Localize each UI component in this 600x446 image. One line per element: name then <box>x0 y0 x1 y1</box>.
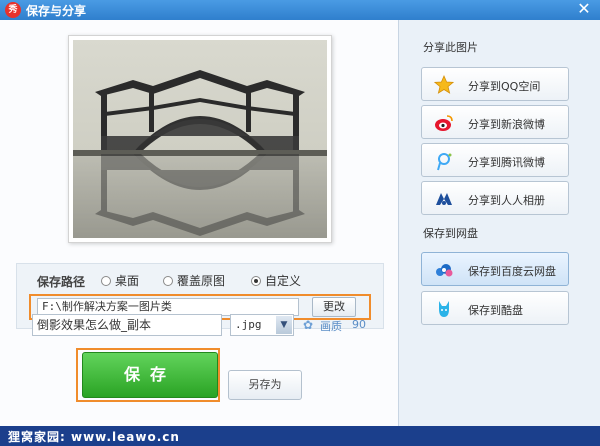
app-logo-icon: 秀 <box>5 2 21 18</box>
save-baidu-cloud-label: 保存到百度云网盘 <box>468 265 556 278</box>
save-as-button[interactable]: 另存为 <box>228 370 302 400</box>
window-title: 保存与分享 <box>26 4 87 18</box>
share-qzone-label: 分享到QQ空间 <box>468 80 541 93</box>
close-icon[interactable]: ✕ <box>576 1 592 17</box>
change-path-button[interactable]: 更改 <box>312 297 356 317</box>
share-sina-weibo-button[interactable]: 分享到新浪微博 <box>421 105 569 139</box>
quality-value: 90 <box>352 318 366 331</box>
bridge-photo <box>73 40 327 238</box>
tencent-weibo-icon <box>437 153 452 171</box>
cloud-section-title: 保存到网盘 <box>423 227 478 240</box>
radio-circle-icon <box>163 275 173 286</box>
extension-select[interactable]: .jpg ▼ <box>230 314 294 336</box>
share-section-title: 分享此图片 <box>423 41 478 54</box>
radio-desktop[interactable]: 桌面 <box>101 272 139 289</box>
quality-label[interactable]: 画质 <box>320 318 342 334</box>
save-button[interactable]: 保存 <box>82 352 218 398</box>
save-kupan-button[interactable]: 保存到酷盘 <box>421 291 569 325</box>
share-renren-button[interactable]: 分享到人人相册 <box>421 181 569 215</box>
extension-value: .jpg <box>235 318 262 331</box>
qzone-star-icon <box>434 75 454 94</box>
save-pane: 保存路径 桌面 覆盖原图 自定义 F:\制作解决方案一图片类 更改 倒影效果怎么… <box>0 20 399 426</box>
share-qzone-button[interactable]: 分享到QQ空间 <box>421 67 569 101</box>
watermark-bar: 狸窝家园: www.leawo.cn <box>0 426 600 446</box>
quality-gear-icon[interactable]: ✿ <box>303 319 315 331</box>
radio-selected-icon <box>251 275 261 286</box>
share-sina-weibo-label: 分享到新浪微博 <box>468 118 545 131</box>
image-preview <box>68 35 332 243</box>
sina-weibo-icon <box>435 115 453 131</box>
title-bar: 秀 保存与分享 ✕ <box>0 0 600 20</box>
radio-custom[interactable]: 自定义 <box>251 272 301 289</box>
save-path-label: 保存路径 <box>37 275 86 289</box>
radio-circle-icon <box>101 275 111 286</box>
renren-icon <box>436 193 452 205</box>
radio-label: 自定义 <box>265 274 302 288</box>
radio-label: 覆盖原图 <box>177 274 226 288</box>
radio-overwrite-original[interactable]: 覆盖原图 <box>163 272 225 289</box>
chevron-down-icon: ▼ <box>276 316 292 334</box>
share-tencent-weibo-label: 分享到腾讯微博 <box>468 156 545 169</box>
baidu-cloud-icon <box>436 264 453 277</box>
save-baidu-cloud-button[interactable]: 保存到百度云网盘 <box>421 252 569 286</box>
save-kupan-label: 保存到酷盘 <box>468 304 523 317</box>
kupan-icon <box>439 301 449 317</box>
share-tencent-weibo-button[interactable]: 分享到腾讯微博 <box>421 143 569 177</box>
share-pane: 分享此图片 分享到QQ空间 分享到新浪微博 分享到腾讯微博 分享到人人相册 保存… <box>399 20 600 426</box>
filename-input[interactable]: 倒影效果怎么做_副本 <box>32 314 222 336</box>
radio-label: 桌面 <box>115 274 140 288</box>
watermark-text: 狸窝家园: www.leawo.cn <box>8 430 180 444</box>
share-renren-label: 分享到人人相册 <box>468 194 545 207</box>
